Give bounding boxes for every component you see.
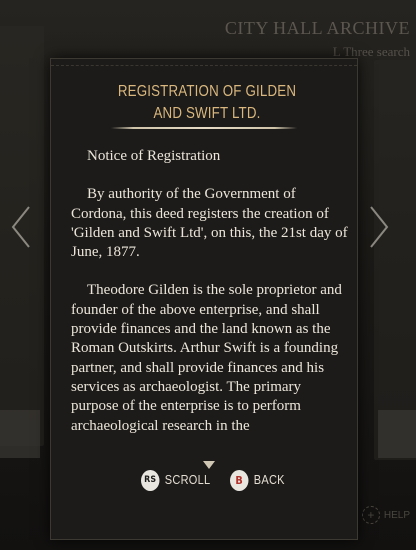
- document-body[interactable]: Notice of Registration By authority of t…: [71, 147, 349, 467]
- background-left-tile: [0, 410, 40, 458]
- document-paragraph: Theodore Gilden is the sole proprietor a…: [71, 282, 342, 434]
- rs-button-icon: RS: [141, 469, 160, 491]
- document-title: REGISTRATION OF GILDEN AND SWIFT LTD.: [117, 83, 297, 122]
- title-divider: [111, 127, 297, 129]
- document-paragraph: By authority of the Government of Cordon…: [71, 186, 348, 261]
- scroll-down-indicator-icon: [203, 461, 215, 469]
- next-document-arrow[interactable]: [364, 202, 394, 252]
- background-archive-title: CITY HALL ARCHIVE: [224, 18, 410, 38]
- help-plus-icon: +: [361, 506, 380, 524]
- b-button-icon: B: [229, 469, 249, 491]
- back-prompt[interactable]: B BACK: [229, 469, 285, 491]
- background-right-card: [374, 60, 416, 460]
- control-prompts: RS SCROLL B BACK: [141, 469, 292, 491]
- scroll-label: SCROLL: [164, 473, 211, 487]
- document-panel: REGISTRATION OF GILDEN AND SWIFT LTD. No…: [50, 58, 358, 540]
- help-prompt[interactable]: + HELP: [361, 506, 410, 524]
- help-label: HELP: [383, 509, 410, 521]
- back-label: BACK: [253, 473, 285, 487]
- previous-document-arrow[interactable]: [6, 202, 36, 252]
- chevron-left-icon: [11, 206, 30, 248]
- scroll-prompt[interactable]: RS SCROLL: [141, 469, 211, 491]
- background-right-tile: [378, 410, 416, 458]
- document-paragraph-heading: Notice of Registration: [87, 148, 221, 164]
- chevron-right-icon: [370, 206, 389, 248]
